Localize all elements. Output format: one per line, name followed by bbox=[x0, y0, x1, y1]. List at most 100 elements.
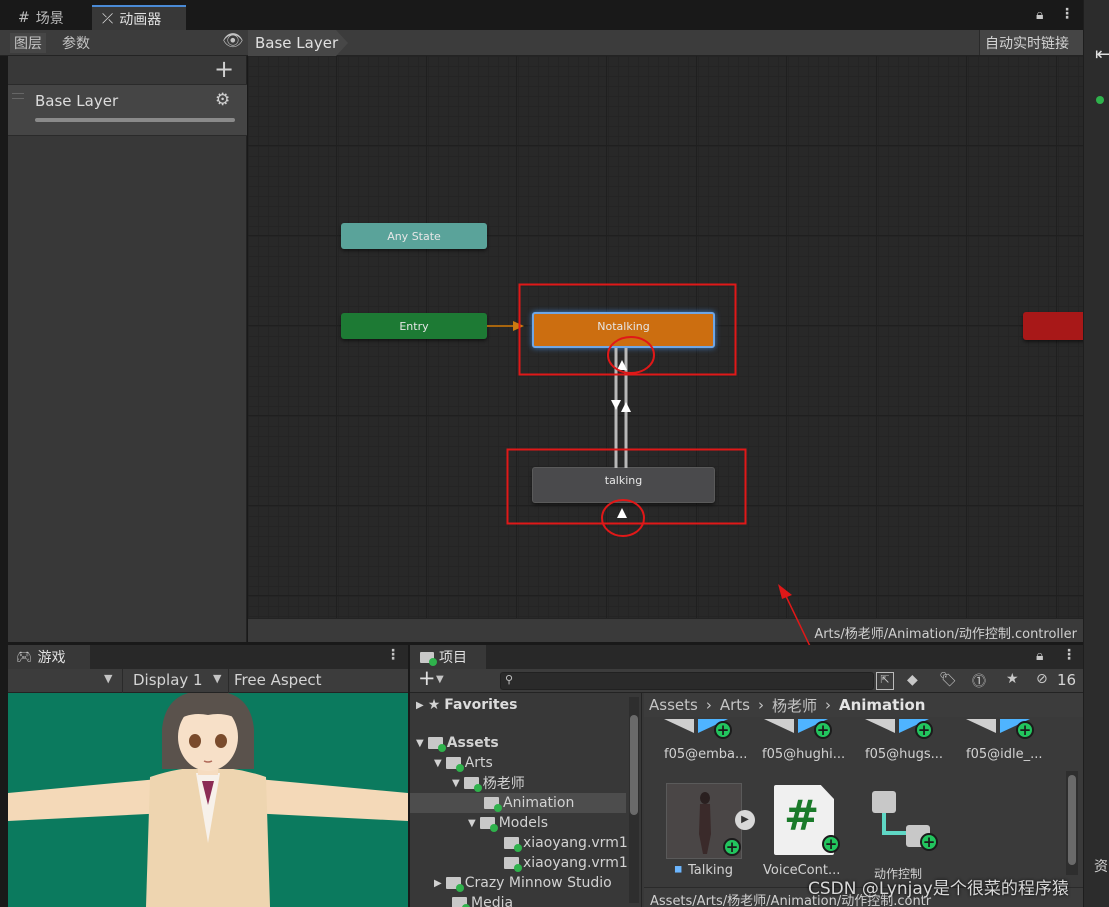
tree-teacher-yang[interactable]: ▼ 杨老师 bbox=[452, 773, 525, 793]
more-menu-icon[interactable]: ⋮ bbox=[1060, 6, 1074, 22]
auto-live-link-button[interactable]: 自动实时链接 bbox=[979, 30, 1083, 55]
breadcrumb-base-layer: Base Layer bbox=[255, 34, 339, 52]
create-button[interactable]: + bbox=[418, 666, 436, 690]
project-tab-bar: 项目 🔒︎ ⋮ bbox=[410, 645, 1083, 669]
graph-status-bar: Arts/杨老师/Animation/动作控制.controller bbox=[248, 618, 1083, 642]
scrollbar-thumb[interactable] bbox=[630, 715, 638, 815]
csharp-script-icon: # bbox=[784, 791, 820, 840]
asset-breadcrumb: Assets › Arts › 杨老师 › Animation bbox=[644, 693, 1083, 717]
tree-favorites[interactable]: ▶ ★ Favorites bbox=[416, 695, 517, 715]
search-icon: ⚲ bbox=[505, 673, 514, 686]
asset-label-talking[interactable]: Talking bbox=[688, 863, 733, 878]
more-menu-icon[interactable]: ⋮ bbox=[386, 647, 400, 663]
tree-arts[interactable]: ▼ Arts bbox=[434, 753, 493, 773]
asset-label-f05-hughi[interactable]: f05@hughi... bbox=[762, 747, 845, 762]
game-toolbar: ▼ Display 1 ▼ Free Aspect bbox=[8, 669, 408, 693]
animator-toolbar: 图层 参数 👁︎ Base Layer 自动实时链接 bbox=[0, 30, 1083, 56]
gear-icon[interactable]: ⚙ bbox=[215, 90, 230, 110]
more-menu-icon[interactable]: ⋮ bbox=[1062, 647, 1076, 663]
asset-thumb-f05-hughi[interactable]: + bbox=[764, 719, 832, 741]
tab-layers[interactable]: 图层 bbox=[10, 33, 46, 53]
project-panel: 项目 🔒︎ ⋮ + ▼ ⚲ ⇱ ◆ 🏷︎ ⓵ ★ ⊘ 16 ▶ ★ Favori… bbox=[410, 645, 1083, 907]
project-folder-tree: ▶ ★ Favorites ▼ Assets ▼ Arts ▼ 杨老师 Anim… bbox=[410, 693, 642, 907]
tree-crazy-minnow[interactable]: ▶ Crazy Minnow Studio bbox=[434, 873, 612, 893]
asset-label-f05-hugs[interactable]: f05@hugs... bbox=[865, 747, 943, 762]
tree-scrollbar[interactable] bbox=[629, 697, 639, 903]
folder-icon bbox=[445, 757, 464, 772]
breadcrumb-arts[interactable]: Arts bbox=[720, 696, 750, 714]
add-icon: + bbox=[723, 838, 741, 856]
project-toolbar: + ▼ ⚲ ⇱ ◆ 🏷︎ ⓵ ★ ⊘ 16 bbox=[410, 666, 1083, 693]
annotation-overlay bbox=[506, 283, 747, 537]
lock-icon[interactable]: 🔒︎ bbox=[1036, 648, 1043, 664]
expand-arrow-icon: ▼ bbox=[416, 737, 424, 749]
lock-icon[interactable]: 🔒︎ bbox=[1036, 7, 1043, 23]
add-icon: + bbox=[920, 833, 938, 851]
asset-thumb-f05-hugs[interactable]: + bbox=[865, 719, 933, 741]
warning-filter-icon[interactable]: ⓵ bbox=[972, 671, 986, 691]
asset-thumb-talking[interactable]: ▶ + bbox=[666, 783, 755, 859]
add-layer-button[interactable]: + bbox=[214, 55, 234, 83]
eye-icon[interactable]: 👁︎ bbox=[222, 31, 244, 51]
game-viewport[interactable] bbox=[8, 693, 408, 907]
breadcrumb-teacher[interactable]: 杨老师 bbox=[772, 695, 817, 716]
asset-label-f05-emba[interactable]: f05@emba... bbox=[664, 747, 747, 762]
open-external-icon[interactable]: ⇱ bbox=[876, 672, 894, 690]
watermark: CSDN @Lynjay是个很菜的程序猿 bbox=[808, 879, 1069, 899]
aspect-select[interactable]: Free Aspect bbox=[228, 669, 408, 693]
add-icon: + bbox=[1016, 721, 1034, 739]
tree-models[interactable]: ▼ Models bbox=[468, 813, 548, 833]
game-tab-bar: 🎮︎ 游戏 ⋮ bbox=[8, 645, 408, 669]
auto-live-link-label: 自动实时链接 bbox=[985, 36, 1069, 52]
character-model bbox=[8, 693, 408, 907]
arrow-left-icon[interactable]: ⇤ bbox=[1095, 44, 1109, 65]
tree-animation[interactable]: Animation bbox=[410, 793, 626, 813]
layer-weight-bar bbox=[35, 118, 235, 122]
expand-arrow-icon: ▶ bbox=[416, 699, 424, 711]
hidden-count: 16 bbox=[1057, 671, 1077, 689]
tab-animator[interactable]: ⤫ 动画器 bbox=[92, 5, 186, 30]
add-icon bbox=[1096, 96, 1104, 104]
asset-thumb-f05-emba[interactable]: + bbox=[664, 719, 732, 741]
folder-icon bbox=[427, 737, 446, 752]
play-icon[interactable]: ▶ bbox=[735, 810, 755, 830]
tree-xiaoyang-vrm-1[interactable]: xiaoyang.vrm1 bbox=[504, 833, 628, 853]
folder-icon bbox=[484, 797, 502, 812]
label-tag-icon[interactable]: 🏷︎ bbox=[939, 672, 957, 688]
model-prefab-icon: ◼ bbox=[674, 864, 683, 875]
expand-arrow-icon: ▼ bbox=[434, 757, 442, 769]
search-input[interactable]: ⚲ bbox=[500, 672, 874, 690]
breadcrumb[interactable]: Base Layer bbox=[248, 30, 348, 56]
breadcrumb-assets[interactable]: Assets bbox=[649, 696, 698, 714]
chevron-down-icon[interactable]: ▼ bbox=[104, 672, 112, 685]
folder-icon bbox=[445, 877, 464, 892]
state-machine-graph[interactable]: Any State Entry Notalking talking bbox=[248, 56, 1083, 618]
star-icon[interactable]: ★ bbox=[1006, 671, 1019, 687]
tree-assets[interactable]: ▼ Assets bbox=[416, 733, 499, 753]
expand-arrow-icon: ▼ bbox=[452, 777, 460, 789]
filter-type-icon[interactable]: ◆ bbox=[907, 672, 918, 688]
asset-thumb-animator-controller[interactable]: + bbox=[872, 791, 938, 851]
sidebar-label: 资 bbox=[1094, 859, 1108, 875]
folder-icon bbox=[452, 897, 470, 907]
breadcrumb-animation[interactable]: Animation bbox=[839, 696, 925, 714]
tab-parameters[interactable]: 参数 bbox=[58, 33, 94, 53]
layer-item-base[interactable]: Base Layer ⚙ bbox=[8, 84, 247, 136]
tree-xiaoyang-vrm-2[interactable]: xiaoyang.vrm1 bbox=[504, 853, 628, 873]
grid-icon: # bbox=[18, 9, 30, 26]
grid-scrollbar[interactable] bbox=[1066, 771, 1078, 875]
inspector-sliver: ⇤ 资 bbox=[1083, 0, 1109, 907]
tab-game[interactable]: 🎮︎ 游戏 bbox=[8, 645, 90, 669]
drag-handle-icon[interactable] bbox=[12, 93, 24, 99]
asset-label-f05-idle[interactable]: f05@idle_... bbox=[966, 747, 1043, 762]
display-select[interactable]: Display 1 ▼ bbox=[122, 669, 228, 693]
scrollbar-thumb[interactable] bbox=[1068, 775, 1076, 865]
tab-scene[interactable]: # 场景 bbox=[8, 5, 74, 30]
tree-media[interactable]: Media bbox=[452, 893, 513, 907]
chevron-down-icon[interactable]: ▼ bbox=[436, 674, 444, 685]
hidden-eye-icon[interactable]: ⊘ bbox=[1036, 671, 1048, 687]
folder-icon bbox=[504, 857, 522, 872]
asset-thumb-f05-idle[interactable]: + bbox=[966, 719, 1034, 741]
layer-name: Base Layer bbox=[35, 92, 119, 110]
layers-panel: + Base Layer ⚙ bbox=[8, 55, 247, 642]
